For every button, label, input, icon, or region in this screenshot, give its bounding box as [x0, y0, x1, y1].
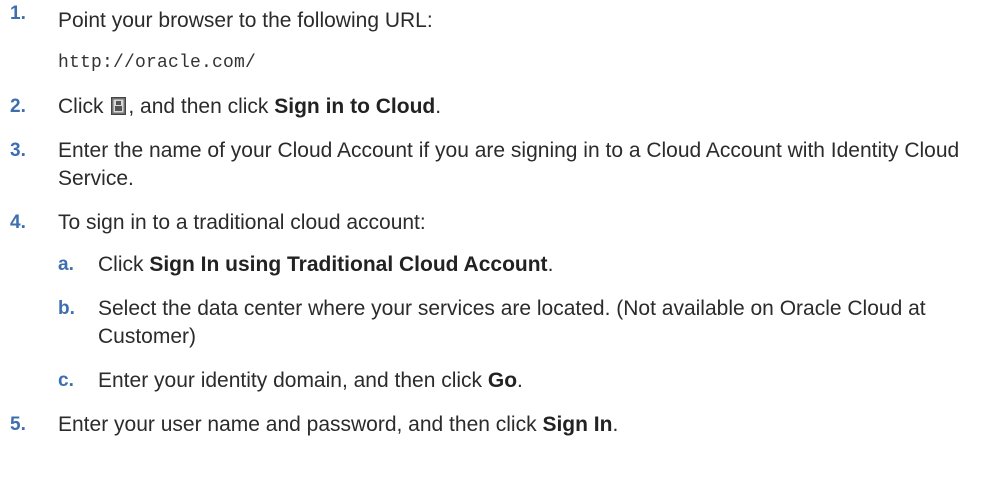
step-number: 2.	[10, 96, 26, 117]
step-text-after-icon: , and then click	[128, 95, 275, 118]
substep-text-end: .	[547, 253, 554, 276]
step-3: 3. Enter the name of your Cloud Account …	[0, 137, 985, 193]
step-1: 1. Point your browser to the following U…	[0, 0, 985, 77]
substep-letter: a.	[58, 254, 74, 275]
substep-text-before: Click	[98, 253, 150, 276]
step-4: 4. To sign in to a traditional cloud acc…	[0, 209, 985, 395]
step-text: Point your browser to the following URL:	[58, 9, 433, 32]
step-text: To sign in to a traditional cloud accoun…	[58, 211, 426, 234]
sign-in-traditional-label: Sign In using Traditional Cloud Account	[149, 253, 548, 276]
substep-letter: c.	[58, 370, 74, 391]
step-text-end: .	[612, 413, 619, 436]
substep-text-before: Enter your identity domain, and then cli…	[98, 369, 488, 392]
sign-in-label: Sign In	[542, 413, 613, 436]
sign-in-to-cloud-label: Sign in to Cloud	[274, 95, 436, 118]
step-text: Click , and then click Sign in to Cloud.	[58, 93, 985, 121]
step-text-before: Enter your user name and password, and t…	[58, 413, 543, 436]
step-text: Enter the name of your Cloud Account if …	[58, 139, 960, 190]
step-number: 3.	[10, 140, 26, 161]
step-number: 5.	[10, 414, 26, 435]
step-2: 2. Click , and then click Sign in to Clo…	[0, 93, 985, 121]
substep-b: b. Select the data center where your ser…	[58, 295, 985, 351]
substep-a: a. Click Sign In using Traditional Cloud…	[58, 251, 985, 279]
profile-icon	[111, 95, 127, 115]
substep-text: Select the data center where your servic…	[98, 297, 926, 348]
go-label: Go	[487, 369, 518, 392]
step-text-end: .	[435, 95, 442, 118]
step-number: 1.	[10, 3, 26, 24]
step-text: Enter your user name and password, and t…	[58, 411, 985, 439]
substep-c: c. Enter your identity domain, and then …	[58, 367, 985, 395]
substeps-list: a. Click Sign In using Traditional Cloud…	[58, 251, 985, 395]
step-number: 4.	[10, 212, 26, 233]
instructions-document: 1. Point your browser to the following U…	[0, 0, 985, 455]
url-code: http://oracle.com/	[58, 53, 257, 73]
substep-letter: b.	[58, 298, 75, 319]
step-text-before-icon: Click	[58, 95, 110, 118]
step-5: 5. Enter your user name and password, an…	[0, 411, 985, 439]
substep-text-end: .	[517, 369, 523, 392]
steps-list: 1. Point your browser to the following U…	[0, 0, 985, 439]
